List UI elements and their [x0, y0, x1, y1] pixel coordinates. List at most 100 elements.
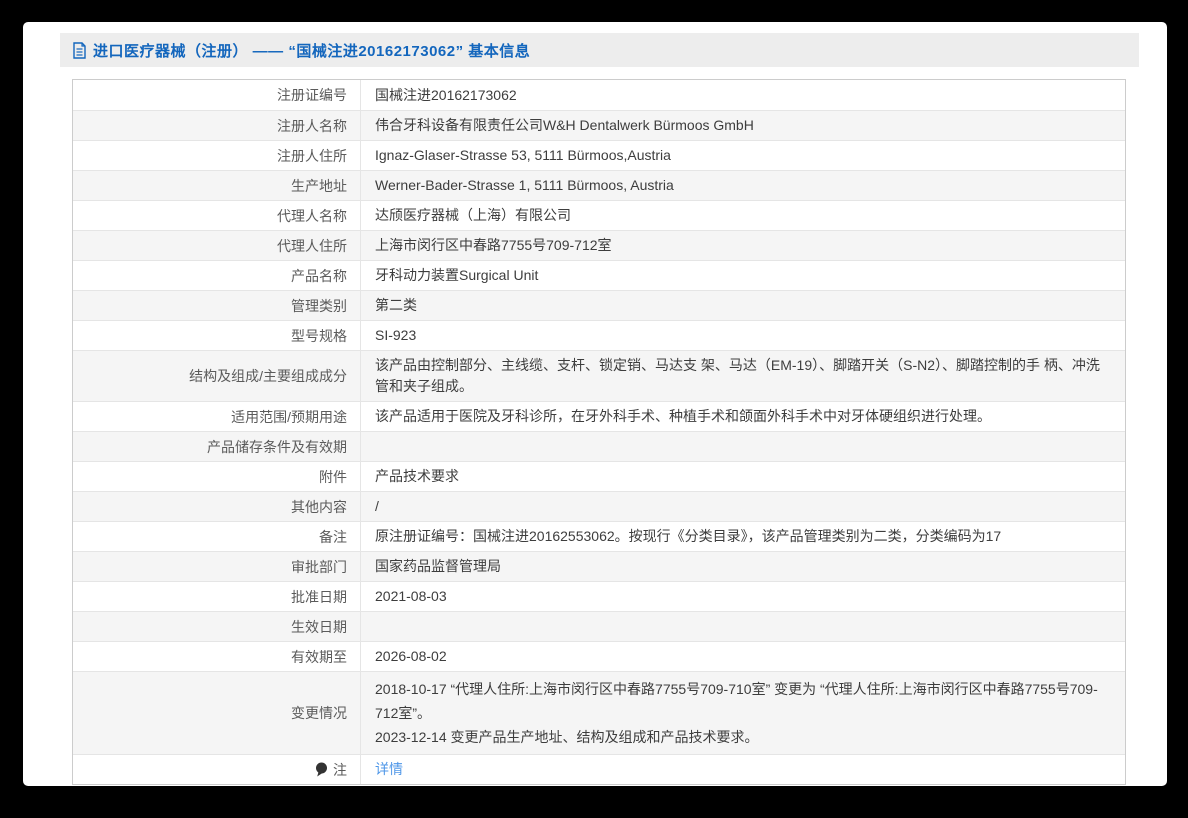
- table-row: 生产地址 Werner-Bader-Strasse 1, 5111 Bürmoos…: [73, 170, 1125, 200]
- row-label: 产品名称: [73, 261, 361, 290]
- row-label: 备注: [73, 522, 361, 551]
- table-row: 审批部门 国家药品监督管理局: [73, 551, 1125, 581]
- row-value-text: 原注册证编号：国械注进20162553062。按现行《分类目录》，该产品管理类别…: [375, 528, 1002, 544]
- row-label-text: 注: [333, 761, 347, 778]
- row-label-text: 有效期至: [291, 648, 347, 665]
- row-value: 2021-08-03: [361, 582, 1125, 611]
- row-value-text: 达颀医疗器械（上海）有限公司: [375, 207, 571, 223]
- table-row: 变更情况 2018-10-17 “代理人住所:上海市闵行区中春路7755号709-…: [73, 671, 1125, 754]
- row-value: [361, 432, 1125, 461]
- row-value: 第二类: [361, 291, 1125, 320]
- table-row: 有效期至 2026-08-02: [73, 641, 1125, 671]
- table-row: 注 详情: [73, 754, 1125, 784]
- row-label-text: 生效日期: [291, 618, 347, 635]
- row-value: 达颀医疗器械（上海）有限公司: [361, 201, 1125, 230]
- row-label: 注: [73, 755, 361, 784]
- row-label: 批准日期: [73, 582, 361, 611]
- table-row: 其他内容 /: [73, 491, 1125, 521]
- row-value: 2026-08-02: [361, 642, 1125, 671]
- row-label-text: 注册人住所: [277, 147, 347, 164]
- row-label: 代理人名称: [73, 201, 361, 230]
- row-label: 结构及组成/主要组成成分: [73, 351, 361, 401]
- table-row: 适用范围/预期用途 该产品适用于医院及牙科诊所，在牙外科手术、种植手术和颌面外科手…: [73, 401, 1125, 431]
- table-row: 产品名称 牙科动力装置Surgical Unit: [73, 260, 1125, 290]
- row-value-text: 国械注进20162173062: [375, 86, 517, 103]
- row-label-text: 生产地址: [291, 177, 347, 194]
- row-value: 伟合牙科设备有限责任公司W&H Dentalwerk Bürmoos GmbH: [361, 111, 1125, 140]
- row-label-text: 产品储存条件及有效期: [207, 438, 347, 455]
- row-label-text: 其他内容: [291, 498, 347, 515]
- row-label-text: 附件: [319, 468, 347, 485]
- table-row: 注册证编号 国械注进20162173062: [73, 80, 1125, 110]
- row-value-text: 牙科动力装置Surgical Unit: [375, 267, 539, 283]
- row-value: 该产品适用于医院及牙科诊所，在牙外科手术、种植手术和颌面外科手术中对牙体硬组织进…: [361, 402, 1125, 431]
- row-value-text: 产品技术要求: [375, 468, 459, 484]
- detail-link[interactable]: 详情: [375, 759, 403, 780]
- row-label: 审批部门: [73, 552, 361, 581]
- row-label-text: 产品名称: [291, 267, 347, 284]
- row-label: 适用范围/预期用途: [73, 402, 361, 431]
- row-label-text: 注册人名称: [277, 117, 347, 134]
- page-title: 进口医疗器械（注册） —— “国械注进20162173062” 基本信息: [93, 42, 531, 60]
- row-value-text: Ignaz-Glaser-Strasse 53, 5111 Bürmoos,Au…: [375, 147, 671, 163]
- row-value: 原注册证编号：国械注进20162553062。按现行《分类目录》，该产品管理类别…: [361, 522, 1125, 551]
- row-label-text: 变更情况: [291, 705, 347, 721]
- row-value: [361, 612, 1125, 641]
- row-label: 管理类别: [73, 291, 361, 320]
- row-label: 有效期至: [73, 642, 361, 671]
- row-value-text: 2026-08-02: [375, 648, 447, 664]
- row-value: 国械注进20162173062: [361, 80, 1125, 110]
- row-value-text: 国家药品监督管理局: [375, 558, 501, 574]
- table-row: 注册人名称 伟合牙科设备有限责任公司W&H Dentalwerk Bürmoos …: [73, 110, 1125, 140]
- row-label: 注册人名称: [73, 111, 361, 140]
- row-label: 注册人住所: [73, 141, 361, 170]
- row-label: 注册证编号: [73, 80, 361, 110]
- table-row: 结构及组成/主要组成成分 该产品由控制部分、主线缆、支杆、锁定销、马达支 架、马达…: [73, 350, 1125, 401]
- table-row: 备注 原注册证编号：国械注进20162553062。按现行《分类目录》，该产品管理…: [73, 521, 1125, 551]
- row-label-text: 结构及组成/主要组成成分: [189, 368, 347, 384]
- info-table: 注册证编号 国械注进20162173062 注册人名称 伟合牙科设备有限责任公司W&H…: [72, 79, 1126, 785]
- table-row: 产品储存条件及有效期: [73, 431, 1125, 461]
- row-value: Ignaz-Glaser-Strasse 53, 5111 Bürmoos,Au…: [361, 141, 1125, 170]
- table-row: 注册人住所 Ignaz-Glaser-Strasse 53, 5111 Bürmo…: [73, 140, 1125, 170]
- row-value-text: SI-923: [375, 327, 417, 343]
- row-label-text: 型号规格: [291, 327, 347, 344]
- content-panel: 进口医疗器械（注册） —— “国械注进20162173062” 基本信息 注册证…: [23, 22, 1167, 786]
- comment-icon: [315, 762, 328, 777]
- table-row: 型号规格 SI-923: [73, 320, 1125, 350]
- row-value: /: [361, 492, 1125, 521]
- row-value: 国家药品监督管理局: [361, 552, 1125, 581]
- page-header: 进口医疗器械（注册） —— “国械注进20162173062” 基本信息: [60, 33, 1139, 67]
- row-label-text: 代理人住所: [277, 237, 347, 254]
- row-value-text: /: [375, 498, 379, 514]
- row-value-text: 上海市闵行区中春路7755号709-712室: [375, 237, 612, 253]
- row-label-text: 批准日期: [291, 588, 347, 605]
- row-value-text: 第二类: [375, 297, 417, 313]
- document-icon: [72, 41, 87, 59]
- table-row: 批准日期 2021-08-03: [73, 581, 1125, 611]
- row-label: 型号规格: [73, 321, 361, 350]
- row-label-text: 适用范围/预期用途: [231, 408, 347, 425]
- row-label-text: 管理类别: [291, 297, 347, 314]
- row-value: 详情: [361, 755, 1125, 784]
- row-value: 上海市闵行区中春路7755号709-712室: [361, 231, 1125, 260]
- row-value: 牙科动力装置Surgical Unit: [361, 261, 1125, 290]
- table-row: 附件 产品技术要求: [73, 461, 1125, 491]
- table-row: 管理类别 第二类: [73, 290, 1125, 320]
- row-label: 生产地址: [73, 171, 361, 200]
- row-value: 2018-10-17 “代理人住所:上海市闵行区中春路7755号709-710室…: [361, 672, 1125, 754]
- row-value-line: 2018-10-17 “代理人住所:上海市闵行区中春路7755号709-710室…: [375, 681, 1098, 721]
- row-value-text: 2021-08-03: [375, 588, 447, 604]
- table-row: 代理人住所 上海市闵行区中春路7755号709-712室: [73, 230, 1125, 260]
- row-label-text: 备注: [319, 528, 347, 545]
- row-label-text: 审批部门: [291, 558, 347, 575]
- row-label: 变更情况: [73, 672, 361, 754]
- row-value: Werner-Bader-Strasse 1, 5111 Bürmoos, Au…: [361, 171, 1125, 200]
- row-value: 产品技术要求: [361, 462, 1125, 491]
- row-value: SI-923: [361, 321, 1125, 350]
- row-label-text: 代理人名称: [277, 207, 347, 224]
- row-label: 代理人住所: [73, 231, 361, 260]
- row-label-text: 注册证编号: [277, 87, 347, 103]
- row-label: 附件: [73, 462, 361, 491]
- row-value-line: 2023-12-14 变更产品生产地址、结构及组成和产品技术要求。: [375, 729, 759, 745]
